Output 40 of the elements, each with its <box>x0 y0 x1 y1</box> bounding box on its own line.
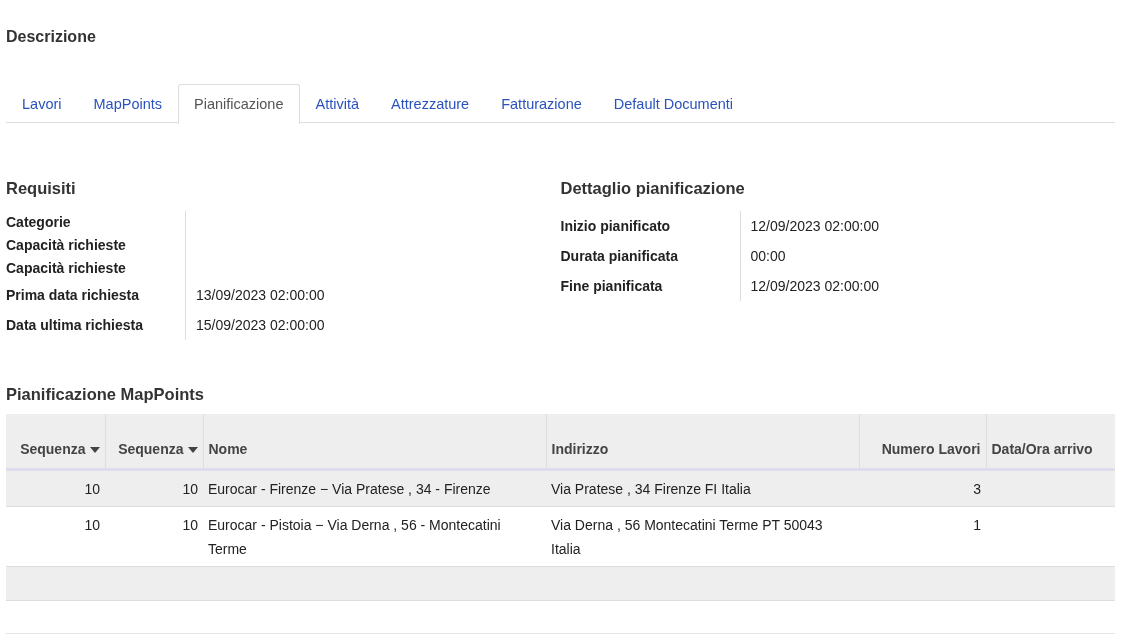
table-cell: Eurocar - Firenze − Via Pratese , 34 - Firenze <box>208 481 491 497</box>
table-cell: 1 <box>973 517 981 533</box>
field-label: Fine pianificata <box>560 277 664 296</box>
table-cell: Via Derna , 56 Montecatini Terme PT 50043 Italia <box>551 517 823 557</box>
tab[interactable]: Lavori <box>6 84 78 123</box>
table-cell: Eurocar - Pistoia − Via Derna , 56 - Montecatini Terme <box>208 517 501 557</box>
table-cell: Via Pratese , 34 Firenze FI Italia <box>551 481 751 497</box>
column-header[interactable]: Sequenza <box>6 414 105 470</box>
column-header[interactable]: Indirizzo <box>546 414 859 470</box>
table-title: Pianificazione MapPoints <box>6 385 206 404</box>
field-value: 12/09/2023 02:00:00 <box>750 218 879 234</box>
tab[interactable]: Attrezzature <box>375 84 486 123</box>
column-header[interactable]: Nome <box>203 414 546 470</box>
table-cell: 10 <box>84 481 100 497</box>
field-value: 15/09/2023 02:00:00 <box>196 317 325 333</box>
field-label: Capacità richieste <box>6 259 127 278</box>
table-cell: 10 <box>182 481 198 497</box>
table-cell: 3 <box>973 481 981 497</box>
field-label: Data ultima richiesta <box>6 316 144 335</box>
column-header[interactable]: Data/Ora arrivo <box>986 414 1115 470</box>
column-header[interactable]: Sequenza <box>105 414 203 470</box>
field-label: Prima data richiesta <box>6 286 141 305</box>
field-label: Inizio pianificato <box>560 217 672 236</box>
tab[interactable]: Fatturazione <box>485 84 598 123</box>
field-value: 13/09/2023 02:00:00 <box>196 287 325 303</box>
tab[interactable]: Attività <box>299 84 375 123</box>
tab[interactable]: Pianificazione <box>178 84 300 124</box>
section-title: Requisiti <box>6 179 77 198</box>
field-label: Categorie <box>6 213 72 232</box>
tab[interactable]: MapPoints <box>77 84 178 123</box>
page-title: Descrizione <box>6 28 97 46</box>
field-label: Capacità richieste <box>6 236 127 255</box>
field-label: Durata pianificata <box>560 247 679 266</box>
table-cell: 10 <box>182 517 198 533</box>
column-header[interactable]: Numero Lavori <box>859 414 986 470</box>
field-value: 00:00 <box>750 248 786 264</box>
field-value: 12/09/2023 02:00:00 <box>750 278 879 294</box>
tab[interactable]: Default Documenti <box>597 84 750 123</box>
section-title: Dettaglio pianificazione <box>560 179 746 198</box>
table-cell: 10 <box>84 517 100 533</box>
